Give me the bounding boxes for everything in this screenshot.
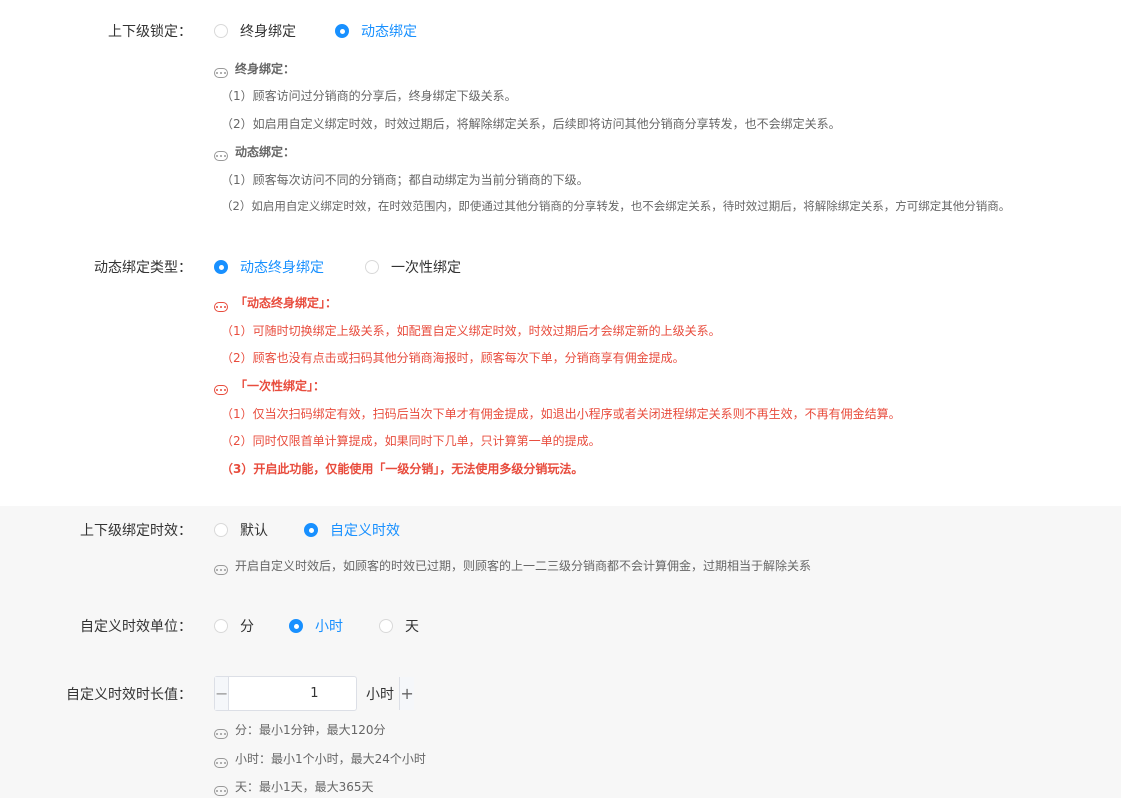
radio-circle bbox=[379, 619, 393, 633]
unit-label: 自定义时效单位： bbox=[80, 619, 192, 635]
info-icon bbox=[214, 151, 228, 161]
validity-help: 开启自定义时效后，如顾客的时效已过期，则顾客的上一二三级分销商都不会计算佣金，过… bbox=[214, 557, 811, 575]
info-icon bbox=[214, 68, 228, 78]
help-line: （2）顾客也没有点击或扫码其他分销商海报时，顾客每次下单，分销商享有佣金提成。 bbox=[221, 351, 685, 365]
help-hour-range: 小时：最小1个小时，最大24个小时 bbox=[214, 750, 426, 768]
radio-default[interactable]: 默认 bbox=[214, 520, 268, 540]
help-line: （1）顾客访问过分销商的分享后，终身绑定下级关系。 bbox=[221, 89, 517, 103]
help-once-title: 「一次性绑定」： bbox=[214, 377, 325, 395]
help-day-range: 天：最小1天，最大365天 bbox=[214, 778, 374, 796]
duration-stepper: − + bbox=[214, 676, 414, 711]
radio-one-time[interactable]: 一次性绑定 bbox=[365, 257, 461, 277]
radio-unit-day[interactable]: 天 bbox=[379, 616, 419, 636]
info-icon bbox=[214, 565, 228, 575]
radio-circle bbox=[365, 260, 379, 274]
radio-circle bbox=[214, 24, 228, 38]
info-icon bbox=[214, 729, 228, 739]
radio-circle bbox=[214, 619, 228, 633]
duration-unit: 小时 bbox=[366, 687, 394, 703]
info-icon bbox=[214, 786, 228, 796]
info-icon bbox=[214, 302, 228, 312]
help-line: （2）如启用自定义绑定时效，在时效范围内，即使通过其他分销商的分享转发，也不会绑… bbox=[221, 199, 1011, 213]
info-icon bbox=[214, 758, 228, 768]
increment-button[interactable]: + bbox=[399, 677, 414, 710]
radio-custom-validity[interactable]: 自定义时效 bbox=[304, 520, 400, 540]
radio-dynamic-binding[interactable]: 动态绑定 bbox=[335, 21, 417, 41]
help-line: （1）可随时切换绑定上级关系，如配置自定义绑定时效，时效过期后才会绑定新的上级关… bbox=[221, 324, 721, 338]
help-life-title: 「动态终身绑定」： bbox=[214, 294, 337, 312]
radio-circle-checked bbox=[335, 24, 349, 38]
dynamic-type-label: 动态绑定类型： bbox=[94, 260, 192, 276]
radio-circle bbox=[214, 523, 228, 537]
help-lifetime-title: 终身绑定： bbox=[214, 60, 295, 78]
radio-lifetime-binding[interactable]: 终身绑定 bbox=[214, 21, 296, 41]
radio-unit-minute[interactable]: 分 bbox=[214, 616, 254, 636]
validity-label: 上下级绑定时效： bbox=[80, 523, 192, 539]
help-line-warning: （3）开启此功能，仅能使用「一级分销」，无法使用多级分销玩法。 bbox=[221, 462, 584, 476]
help-minute-range: 分：最小1分钟，最大120分 bbox=[214, 721, 386, 739]
help-line: （2）同时仅限首单计算提成，如果同时下几单，只计算第一单的提成。 bbox=[221, 434, 601, 448]
radio-circle-checked bbox=[289, 619, 303, 633]
help-line: （1）顾客每次访问不同的分销商；都自动绑定为当前分销商的下级。 bbox=[221, 173, 589, 187]
binding-lock-label: 上下级锁定： bbox=[108, 24, 192, 40]
decrement-button[interactable]: − bbox=[215, 677, 230, 710]
duration-label: 自定义时效时长值： bbox=[66, 687, 192, 703]
help-line: （1）仅当次扫码绑定有效，扫码后当次下单才有佣金提成，如退出小程序或者关闭进程绑… bbox=[221, 407, 901, 421]
gray-section bbox=[0, 506, 1121, 798]
radio-circle-checked bbox=[304, 523, 318, 537]
help-line: （2）如启用自定义绑定时效，时效过期后，将解除绑定关系，后续即将访问其他分销商分… bbox=[221, 117, 841, 131]
help-dynamic-title: 动态绑定： bbox=[214, 143, 295, 161]
info-icon bbox=[214, 385, 228, 395]
radio-dynamic-lifetime[interactable]: 动态终身绑定 bbox=[214, 257, 324, 277]
settings-form: 上下级锁定： 终身绑定 动态绑定 终身绑定： （1）顾客访问过分销商的分享后，终… bbox=[0, 0, 1121, 798]
radio-unit-hour[interactable]: 小时 bbox=[289, 616, 343, 636]
radio-circle-checked bbox=[214, 260, 228, 274]
